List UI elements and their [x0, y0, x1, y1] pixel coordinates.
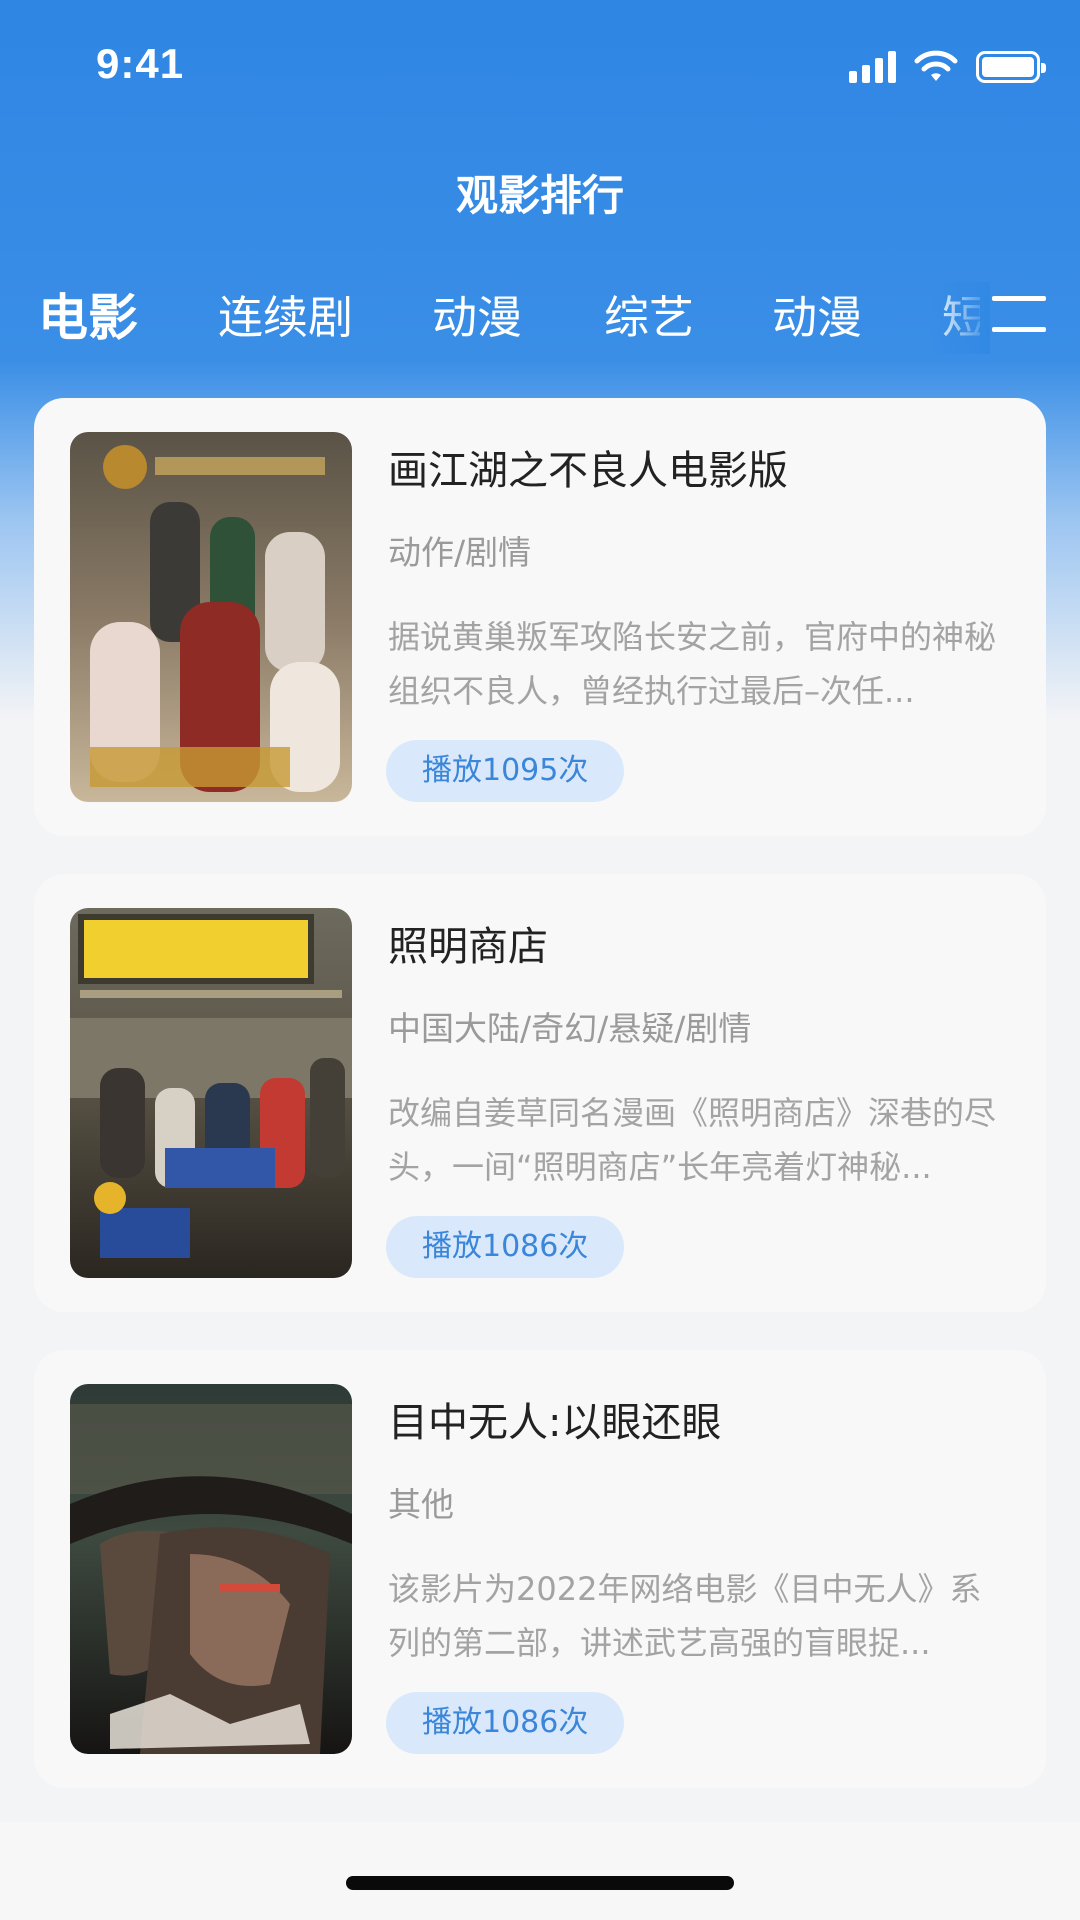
- tab-variety[interactable]: 综艺: [604, 282, 694, 354]
- play-count-badge: 播放1086次: [386, 1692, 625, 1754]
- list-item[interactable]: 照明商店 中国大陆/奇幻/悬疑/剧情 改编自姜草同名漫画《照明商店》深巷的尽头，…: [34, 874, 1046, 1312]
- movie-poster-2[interactable]: [70, 908, 352, 1278]
- movie-description: 改编自姜草同名漫画《照明商店》深巷的尽头，一间“照明商店”长年亮着灯神秘...: [388, 1094, 997, 1186]
- tabs-fade: [930, 282, 990, 354]
- tab-tv-series[interactable]: 连续剧: [218, 282, 353, 354]
- home-bar-area: [0, 1822, 1080, 1920]
- movie-genre: 动作/剧情: [388, 533, 532, 572]
- list-item[interactable]: 目中无人:以眼还眼 其他 该影片为2022年网络电影《目中无人》系列的第二部，讲…: [34, 1350, 1046, 1788]
- movie-description: 据说黄巢叛军攻陷长安之前，官府中的神秘组织不良人，曾经执行过最后–次任...: [388, 618, 997, 710]
- tab-movie[interactable]: 电影: [38, 282, 138, 354]
- movie-genre: 中国大陆/奇幻/悬疑/剧情: [388, 1009, 752, 1048]
- play-count-badge: 播放1086次: [386, 1216, 625, 1278]
- status-icons: [849, 50, 1046, 84]
- battery-icon: [976, 51, 1046, 83]
- movie-title[interactable]: 照明商店: [388, 914, 548, 972]
- movie-poster-1[interactable]: [70, 432, 352, 802]
- home-indicator[interactable]: [346, 1876, 734, 1890]
- cellular-signal-icon: [849, 51, 896, 83]
- movie-poster-3[interactable]: [70, 1384, 352, 1754]
- tab-anime-2[interactable]: 动漫: [772, 282, 862, 354]
- menu-icon[interactable]: [990, 290, 1048, 338]
- list-item[interactable]: 画江湖之不良人电影版 动作/剧情 据说黄巢叛军攻陷长安之前，官府中的神秘组织不良…: [34, 398, 1046, 836]
- movie-title[interactable]: 目中无人:以眼还眼: [388, 1390, 721, 1448]
- ranking-list: 画江湖之不良人电影版 动作/剧情 据说黄巢叛军攻陷长安之前，官府中的神秘组织不良…: [34, 398, 1046, 1826]
- play-count-badge: 播放1095次: [386, 740, 625, 802]
- tab-anime[interactable]: 动漫: [432, 282, 522, 354]
- status-bar: 9:41: [0, 0, 1080, 132]
- status-time: 9:41: [96, 40, 185, 87]
- movie-genre: 其他: [388, 1485, 454, 1524]
- movie-description: 该影片为2022年网络电影《目中无人》系列的第二部，讲述武艺高强的盲眼捉...: [388, 1570, 982, 1662]
- wifi-icon: [914, 50, 958, 81]
- category-tabs: 电影 连续剧 动漫 综艺 动漫 短: [0, 282, 980, 354]
- page-title: 观影排行: [455, 171, 624, 220]
- movie-title[interactable]: 画江湖之不良人电影版: [388, 438, 788, 496]
